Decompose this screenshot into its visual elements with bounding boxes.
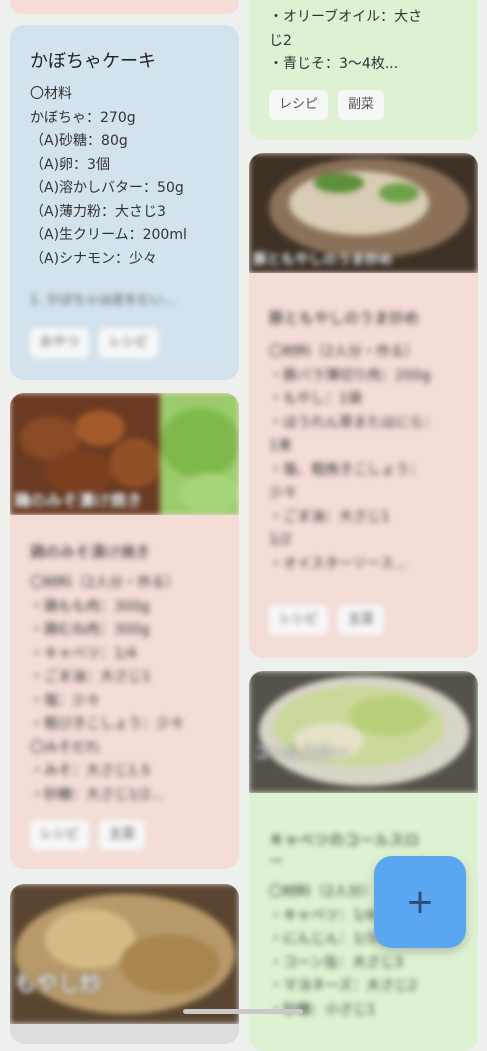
card-stub-top[interactable] xyxy=(10,0,239,14)
plus-icon: + xyxy=(405,882,435,922)
ingredient-line: （A)砂糖：80g xyxy=(30,133,128,149)
recipe-photo: 豚ともやしのうま炒め xyxy=(249,153,478,273)
tag-list: レシピ 主菜 xyxy=(269,605,385,635)
recipe-title: キャベツのコールスロ xyxy=(269,831,420,849)
ingredient-line: じ2 xyxy=(269,32,292,49)
photo-caption: コールスロー xyxy=(253,743,350,762)
ingredient-line: ・青じそ：3〜4枚... xyxy=(269,56,399,72)
recipe-summary: 1. かぼちゃは皮をむい... xyxy=(30,293,176,308)
tag-chip[interactable]: おやつ xyxy=(30,328,90,358)
tag-chip[interactable]: レシピ xyxy=(269,90,329,120)
ingredient-line: ・マヨネーズ：大さじ2 xyxy=(269,978,418,994)
tag-chip[interactable]: レシピ xyxy=(99,328,159,358)
ingredient-line: ・豚バラ薄切り肉：200g xyxy=(269,367,431,384)
ingredient-line: ・鶏もも肉：300g xyxy=(30,598,150,615)
recipe-title: 豚ともやしのうま炒め xyxy=(269,309,420,327)
ingredient-line: （A)薄力粉：大さじ3 xyxy=(30,203,166,220)
tag-list: おやつ レシピ xyxy=(30,328,159,358)
recipe-card-pumpkin-cake[interactable]: かぼちゃケーキ 〇材料 かぼちゃ：270g （A)砂糖：80g （A)卵：3個 … xyxy=(10,25,239,380)
ingredient-line: （A)シナモン：少々 xyxy=(30,250,158,267)
recipe-photo-image xyxy=(249,671,478,793)
home-indicator[interactable] xyxy=(183,1009,303,1014)
add-recipe-button[interactable]: + xyxy=(374,856,466,948)
ingredient-line: ・みそ：大さじ1.5 xyxy=(30,763,151,779)
ingredient-line: ・塩：少々 xyxy=(30,692,100,709)
ingredient-line: ・砂糖：大さじ1/2... xyxy=(30,786,164,803)
photo-caption: もやし炒 xyxy=(14,972,103,997)
recipe-photo: もやし炒 xyxy=(10,884,239,1024)
recipe-card-miso-chicken[interactable]: 鶏のみそ漬け焼き 鶏のみそ漬け焼き 〇材料（2人分・作る） ・鶏もも肉：300g… xyxy=(10,393,239,869)
ingredient-line: 〇材料（2人分・作る） xyxy=(269,344,418,360)
ingredient-line: ・もやし：1袋 xyxy=(269,391,362,407)
ingredient-line: ・ほうれん草またはにら： xyxy=(269,414,437,431)
tag-chip[interactable]: 主菜 xyxy=(338,605,385,635)
ingredient-line: ・コーン缶：大さじ3 xyxy=(269,954,404,971)
ingredient-line: 1束 xyxy=(269,438,292,454)
ingredient-line: ・ごま油：大さじ1 xyxy=(30,669,151,685)
ingredient-line: （A)生クリーム：200ml xyxy=(30,227,187,243)
photo-caption: 豚ともやしのうま炒め xyxy=(253,252,393,268)
ingredient-line: 〇材料 xyxy=(30,86,72,102)
ingredient-line: 少々 xyxy=(269,485,297,501)
ingredient-line: 〇材料（2人分・作る） xyxy=(30,575,179,591)
recipe-card-bean-sprouts[interactable]: もやし炒 xyxy=(10,884,239,1044)
ingredient-line: ・粗びきこしょう：少々 xyxy=(30,716,184,732)
ingredient-line: ・ごま油：大さじ1 xyxy=(269,508,390,525)
ingredient-line: （A)卵：3個 xyxy=(30,156,110,173)
tag-chip[interactable]: レシピ xyxy=(269,605,329,635)
ingredient-line: 〇みそだれ xyxy=(30,739,100,756)
tag-chip[interactable]: 副菜 xyxy=(338,90,385,120)
recipe-title: かぼちゃケーキ xyxy=(30,51,156,72)
photo-caption: 鶏のみそ漬け焼き xyxy=(14,491,143,510)
recipe-card-partial-top[interactable]: ・オリーブオイル：大さ じ2 ・青じそ：3〜4枚... レシピ 副菜 xyxy=(249,0,478,140)
tag-list: レシピ 主菜 xyxy=(30,820,146,850)
ingredient-line: ・塩、粗挽きこしょう： xyxy=(269,461,423,478)
tag-list: レシピ 副菜 xyxy=(269,90,385,120)
ingredient-line: ・鶏むね肉：300g xyxy=(30,622,150,638)
tag-chip[interactable]: レシピ xyxy=(30,820,90,850)
ingredient-line: 1/2 xyxy=(269,532,292,548)
ingredient-line: かぼちゃ：270g xyxy=(30,109,136,126)
recipe-card-pork-bean-sprouts[interactable]: 豚ともやしのうま炒め 豚ともやしのうま炒め 〇材料（2人分・作る） ・豚バラ薄切… xyxy=(249,153,478,658)
recipe-photo: 鶏のみそ漬け焼き xyxy=(10,393,239,515)
ingredient-line: （A)溶かしバター：50g xyxy=(30,180,184,196)
recipe-title: 鶏のみそ漬け焼き xyxy=(30,543,151,561)
ingredient-line: ・オリーブオイル：大さ xyxy=(269,9,423,25)
ingredient-line: ・キャベツ：1/4 xyxy=(30,645,137,662)
recipe-photo-image xyxy=(10,884,239,1024)
ingredient-line: ・オイスターソース... xyxy=(269,555,408,572)
recipe-photo: コールスロー xyxy=(249,671,478,793)
tag-chip[interactable]: 主菜 xyxy=(99,820,146,850)
